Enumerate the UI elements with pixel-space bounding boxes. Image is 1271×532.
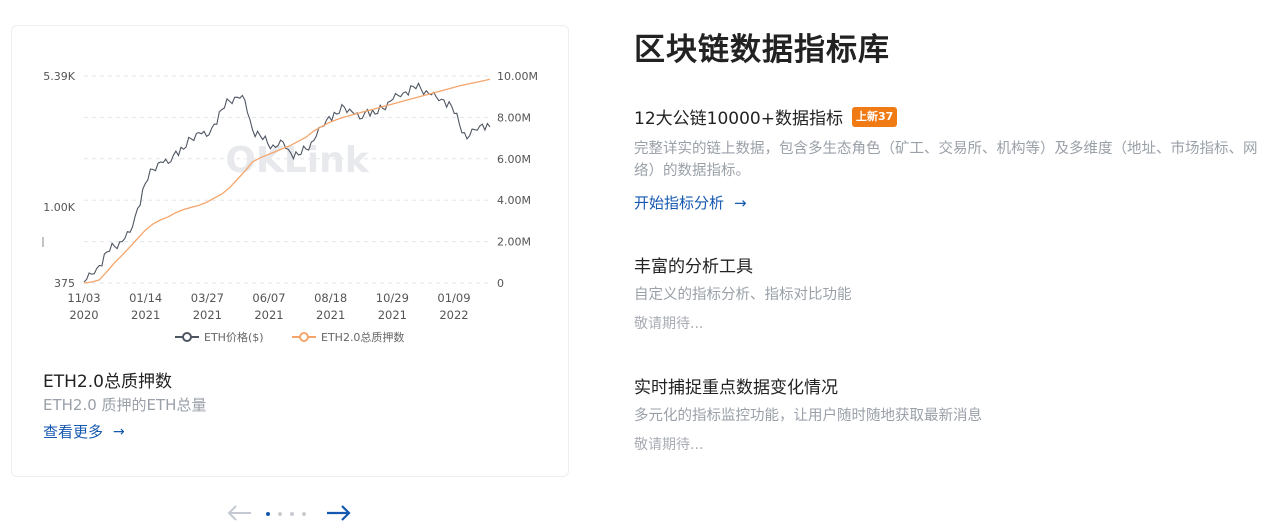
series-line-eth2-staked [83,78,491,284]
metric-card: 10.00M 8.00M 6.00M 4.00M 2.00M 0 5.39K 1.00K 375… [11,25,569,477]
section-title: 实时捕捉重点数据变化情况 [634,378,838,398]
page-title: 区块链数据指标库 [634,32,890,68]
y-right-tick-label: 6.00M [497,153,531,166]
x-tick-date: 03/27 [191,291,224,305]
y-left-tick-label: 375 [54,277,75,290]
x-tick-year: 2020 [69,308,98,322]
y-left-tick-label: 5.39K [43,70,75,83]
x-tick-date: 10/29 [376,291,409,305]
y-right-tick-label: 10.00M [497,70,538,83]
y-right-tick-label: 0 [497,277,504,290]
start-analysis-label: 开始指标分析 [634,194,725,212]
legend-swatch-dot [182,332,192,342]
feature-section-metrics: 12大公链10000+数据指标 上新37 完整详实的链上数据，包含多生态角色（矿… [634,104,1264,213]
series-line-eth-price [83,81,491,283]
start-analysis-link[interactable]: 开始指标分析 → [634,192,747,213]
carousel-dot-3[interactable] [290,512,294,516]
view-more-link[interactable]: 查看更多 → [43,421,125,442]
legend-swatch-dot [299,332,309,342]
x-tick-date: 11/03 [67,291,100,305]
legend-item-label: ETH价格($) [204,330,264,344]
y-right-tick-label: 4.00M [497,194,531,207]
section-description: 自定义的指标分析、指标对比功能 [634,287,852,303]
next-arrow-icon[interactable] [326,501,352,529]
prev-arrow-icon[interactable] [226,501,252,529]
x-tick-year: 2021 [254,308,283,322]
feature-section-tools: 丰富的分析工具 自定义的指标分析、指标对比功能 敬请期待... [634,252,1264,333]
section-title: 12大公链10000+数据指标 [634,109,843,129]
arrow-right-icon: → [734,193,747,212]
section-description: 多元化的指标监控功能，让用户随时随地获取最新消息 [634,408,982,424]
y-right-tick-label: 8.00M [497,111,531,124]
eth-staking-chart: 10.00M 8.00M 6.00M 4.00M 2.00M 0 5.39K 1.00K 375… [12,26,570,361]
chart-watermark: OKLink [225,140,369,181]
y-left-tick-label: 1.00K [43,201,75,214]
carousel-dot-2[interactable] [278,512,282,516]
x-tick-date: 08/18 [314,291,347,305]
section-description: 完整详实的链上数据，包含多生态角色（矿工、交易所、机构等）及多维度（地址、市场指… [634,141,1258,179]
x-tick-date: 06/07 [252,291,285,305]
carousel-dot-4[interactable] [302,512,306,516]
x-tick-year: 2021 [131,308,160,322]
x-tick-date: 01/14 [129,291,162,305]
x-tick-year: 2021 [193,308,222,322]
card-subtitle: ETH2.0 质押的ETH总量 [43,396,207,414]
card-title: ETH2.0总质押数 [43,372,172,392]
chart-svg: 10.00M 8.00M 6.00M 4.00M 2.00M 0 5.39K 1.00K 375… [42,70,538,344]
arrow-right-icon: → [113,423,125,440]
section-title: 丰富的分析工具 [634,257,753,277]
coming-soon-text: 敬请期待... [634,437,704,453]
carousel-dot-1[interactable] [266,512,270,516]
carousel-pager [226,500,356,528]
feature-section-monitor: 实时捕捉重点数据变化情况 多元化的指标监控功能，让用户随时随地获取最新消息 敬请… [634,373,1264,454]
x-tick-year: 2022 [439,308,468,322]
x-tick-date: 01/09 [437,291,470,305]
view-more-label: 查看更多 [43,423,104,441]
coming-soon-text: 敬请期待... [634,316,704,332]
x-tick-year: 2021 [316,308,345,322]
legend-item-label: ETH2.0总质押数 [321,330,404,344]
y-right-tick-label: 2.00M [497,236,531,249]
x-tick-year: 2021 [378,308,407,322]
new-badge: 上新37 [851,106,898,127]
